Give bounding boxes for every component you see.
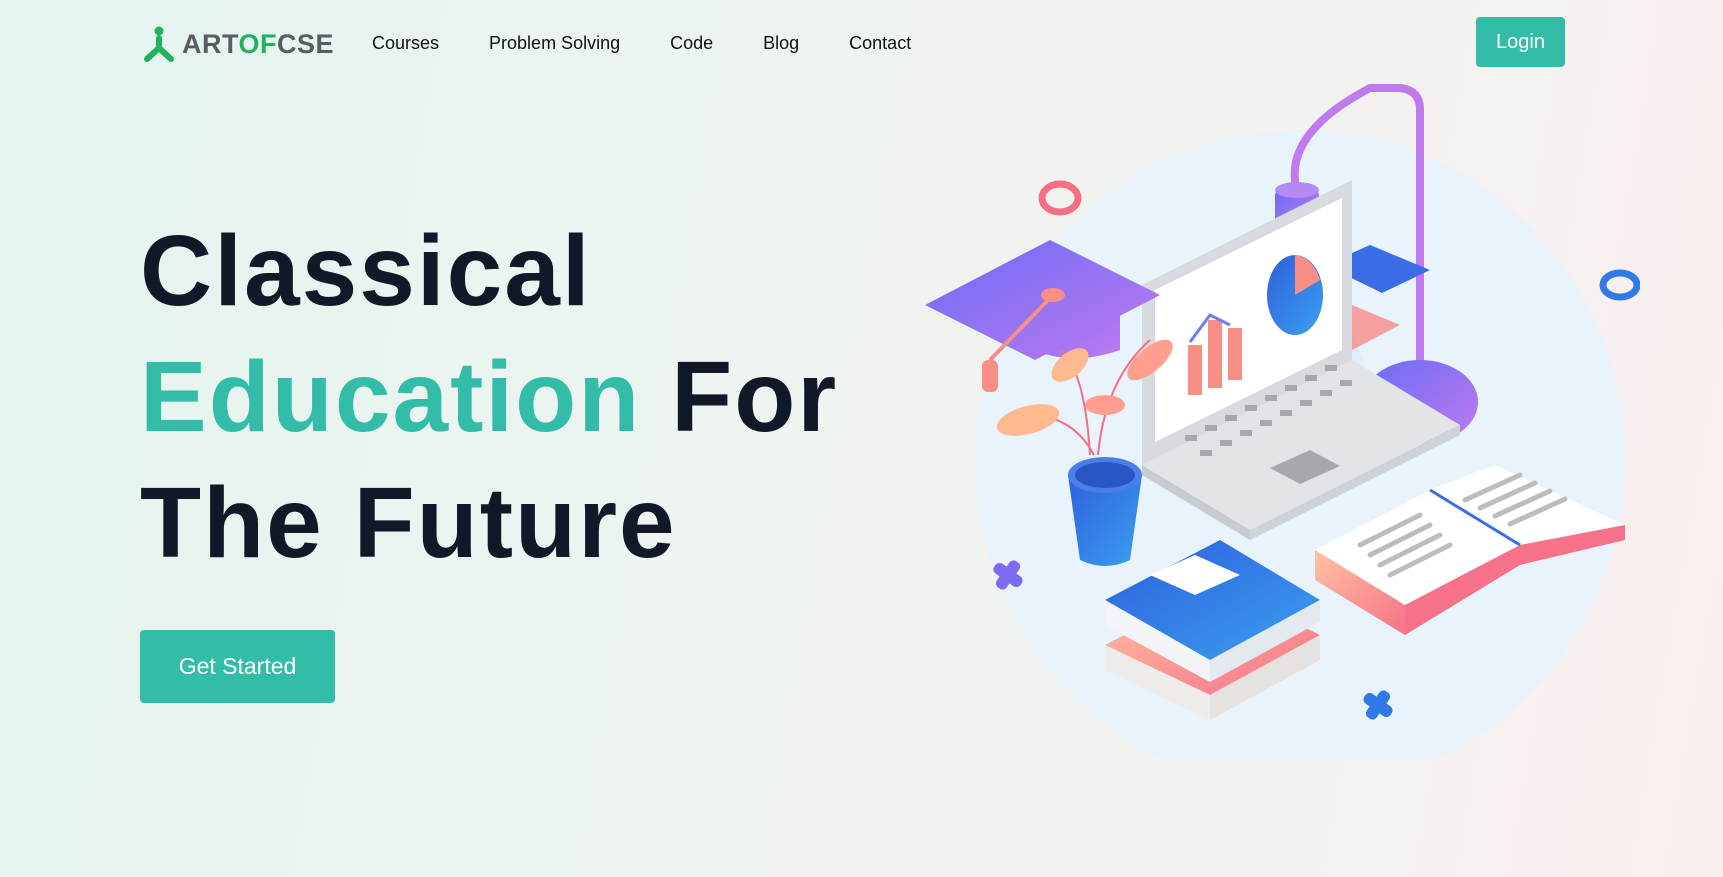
person-icon: [144, 26, 174, 62]
nav-link-problem-solving[interactable]: Problem Solving: [489, 33, 620, 54]
nav-link-code[interactable]: Code: [670, 33, 713, 54]
get-started-button[interactable]: Get Started: [140, 630, 335, 703]
ring-blue-shape: [1599, 269, 1640, 301]
nav-link-blog[interactable]: Blog: [763, 33, 799, 54]
hero-line-3: The Future: [140, 467, 677, 579]
brand-name-part1: ART: [182, 28, 239, 59]
hero-line-1: Classical: [140, 215, 592, 327]
nav-link-contact[interactable]: Contact: [849, 33, 911, 54]
hero-illustration: [925, 84, 1640, 760]
hero-line-2-highlight: Education: [140, 341, 642, 453]
brand-name-part2: CSE: [277, 28, 335, 59]
main-menu: Courses Problem Solving Code Blog Contac…: [372, 33, 911, 54]
logo[interactable]: ARTOFCSE: [144, 26, 334, 62]
hero-heading-block: Classical Education For The Future: [140, 208, 838, 586]
hero-heading: Classical Education For The Future: [140, 208, 838, 586]
login-button[interactable]: Login: [1476, 17, 1565, 67]
brand-name: ARTOFCSE: [182, 29, 334, 60]
nav-link-courses[interactable]: Courses: [372, 33, 439, 54]
ring-pink-shape: [1038, 180, 1082, 216]
hero-line-2-rest: For: [641, 341, 839, 453]
navbar: ARTOFCSE Courses Problem Solving Code Bl…: [0, 0, 1723, 88]
brand-name-accent: OF: [238, 28, 278, 59]
